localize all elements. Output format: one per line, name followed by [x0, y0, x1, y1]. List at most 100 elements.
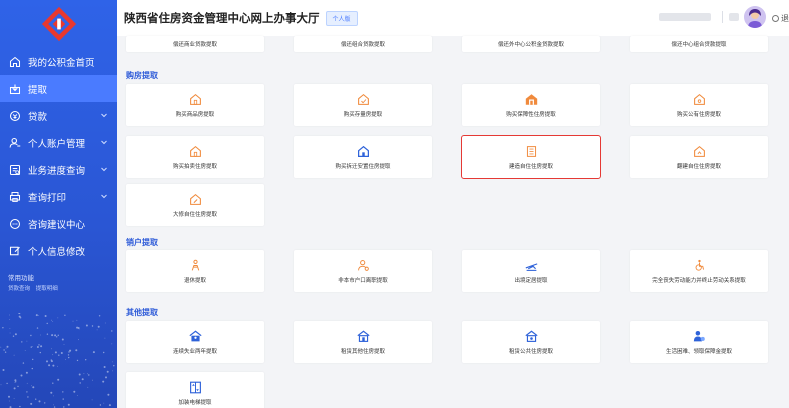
decorative-dot — [87, 386, 89, 388]
card-other-4[interactable]: 加装电梯提取 — [126, 372, 264, 408]
card-closing-2[interactable]: 出境定居提取 — [462, 250, 600, 292]
decorative-dot — [78, 373, 81, 376]
chevron-down-icon — [101, 140, 107, 145]
decorative-dot — [9, 332, 11, 334]
card-purchase-4[interactable]: 购买拍卖住房提取 — [126, 136, 264, 178]
decorative-dot — [68, 351, 70, 353]
card-label: 出境定居提取 — [514, 278, 548, 284]
decorative-dot — [76, 359, 79, 362]
decorative-dot — [14, 379, 17, 382]
decorative-dot — [99, 404, 102, 406]
card-closing-0[interactable]: 退休提取 — [126, 250, 264, 292]
decorative-dot — [67, 354, 70, 356]
decorative-dot — [9, 328, 11, 329]
card-top-2[interactable]: 偿还外中心公积金贷款提取 — [462, 36, 600, 52]
decorative-dot — [57, 317, 59, 319]
decorative-dot — [53, 404, 54, 406]
sidebar-item-7[interactable]: 个人信息修改 — [0, 237, 117, 264]
print-icon — [8, 190, 22, 204]
sidebar-item-label: 个人账户管理 — [28, 138, 86, 150]
card-top-3[interactable]: 偿还中心组合贷款提取 — [630, 36, 768, 52]
decorative-dot — [46, 333, 49, 335]
decorative-dot — [62, 398, 64, 400]
sidebar: 我的公积金首页 提取 贷款 个人账户管理 业务进度查询 查询打印 咨询建议中心 个人信息修改 … — [0, 0, 117, 408]
decorative-dot — [14, 333, 17, 336]
card-purchase-1[interactable]: 购买存量房提取 — [294, 84, 432, 126]
logout-button[interactable]: 退 — [772, 13, 789, 24]
decorative-dot — [103, 366, 106, 368]
card-purchase-5[interactable]: 购买拆迁安置住房提取 — [294, 136, 432, 178]
decorative-dot — [68, 356, 70, 359]
card-other-2[interactable]: 租赁公共住房提取 — [462, 321, 600, 363]
decorative-dot — [79, 382, 81, 384]
decorative-dot — [5, 347, 7, 349]
quick-link-loan-query[interactable]: 贷款查询 — [8, 286, 30, 292]
decorative-dot — [44, 402, 46, 404]
decorative-dot — [107, 393, 110, 396]
decorative-dot — [39, 351, 41, 354]
card-purchase-8[interactable]: 大修自住住房提取 — [126, 184, 264, 226]
decorative-dot — [51, 334, 54, 337]
card-purchase-6[interactable]: 建造自住住房提取 — [461, 135, 601, 179]
decorative-dot — [111, 343, 113, 345]
decorative-dot — [57, 378, 60, 381]
decorative-dot — [9, 319, 11, 320]
avatar[interactable] — [744, 6, 766, 28]
decorative-dot — [56, 336, 58, 338]
decorative-dot — [32, 386, 35, 389]
sidebar-item-3[interactable]: 个人账户管理 — [0, 129, 117, 156]
sidebar-item-1[interactable]: 提取 — [0, 75, 117, 102]
card-other-1[interactable]: 租赁其他住房提取 — [294, 321, 432, 363]
card-closing-1[interactable]: 非本市户口离职提取 — [294, 250, 432, 292]
sidebar-item-5[interactable]: 查询打印 — [0, 183, 117, 210]
decorative-dot — [13, 387, 16, 390]
card-label: 购买商品房提取 — [175, 112, 215, 118]
card-top-1[interactable]: 偿还组合贷款提取 — [294, 36, 432, 52]
decorative-dot — [98, 315, 101, 317]
decorative-dot — [88, 374, 90, 376]
card-label: 购买存量房提取 — [343, 112, 383, 118]
decorative-dot — [54, 334, 57, 337]
card-purchase-7[interactable]: 翻建自住住房提取 — [630, 136, 768, 178]
decorative-dot — [24, 350, 26, 351]
house-key-icon — [692, 92, 706, 106]
sidebar-item-6[interactable]: 咨询建议中心 — [0, 210, 117, 237]
decorative-dot — [9, 314, 11, 316]
plane-icon — [524, 258, 538, 272]
card-label: 加装电梯提取 — [178, 400, 212, 406]
decorative-dot — [50, 391, 53, 394]
sidebar-item-4[interactable]: 业务进度查询 — [0, 156, 117, 183]
quick-link-withdraw-detail[interactable]: 提取明细 — [36, 286, 58, 292]
loan-icon — [8, 109, 22, 123]
decorative-dot — [75, 349, 78, 352]
card-label: 偿还商业贷款提取 — [172, 42, 217, 48]
card-label: 购买拆迁安置住房提取 — [335, 164, 391, 170]
chevron-down-icon — [101, 167, 107, 172]
decorative-dot — [35, 314, 38, 317]
card-purchase-3[interactable]: 购买公有住房提取 — [630, 84, 768, 126]
card-label: 连续失业两年提取 — [172, 349, 217, 355]
decorative-dot — [21, 341, 23, 343]
decorative-dot — [8, 395, 10, 398]
home-icon — [8, 55, 22, 69]
card-top-0[interactable]: 偿还商业贷款提取 — [126, 36, 264, 52]
decorative-dot — [44, 315, 47, 317]
card-other-3[interactable]: 生活困难、领取保障金提取 — [630, 321, 768, 363]
card-closing-3[interactable]: 完全丧失劳动能力并终止劳动关系提取 — [630, 250, 768, 292]
decorative-dot — [17, 385, 19, 388]
decorative-dot — [111, 361, 113, 363]
decorative-dot — [72, 320, 74, 322]
card-other-0[interactable]: 连续失业两年提取 — [126, 321, 264, 363]
quick-functions: 常用功能 贷款查询 提取明细 — [0, 264, 117, 292]
sidebar-item-0[interactable]: 我的公积金首页 — [0, 48, 117, 75]
card-purchase-0[interactable]: 购买商品房提取 — [126, 84, 264, 126]
decorative-dot — [26, 382, 28, 384]
sidebar-item-2[interactable]: 贷款 — [0, 102, 117, 129]
decorative-dot — [31, 367, 33, 370]
logout-label: 退 — [781, 14, 789, 23]
decorative-dot — [6, 345, 9, 348]
person-leave-icon — [356, 258, 370, 272]
card-purchase-2[interactable]: 购买保障性住房提取 — [462, 84, 600, 126]
decorative-dot — [85, 359, 87, 361]
chevron-down-icon — [101, 194, 107, 199]
